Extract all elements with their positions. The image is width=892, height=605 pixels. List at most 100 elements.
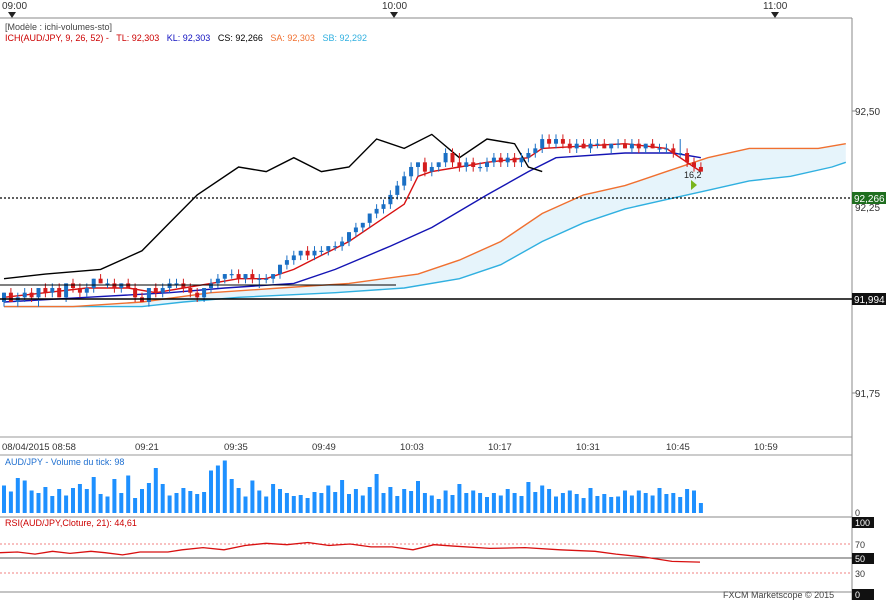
volume-bar <box>257 490 262 513</box>
volume-axis-label: 0 <box>855 508 860 518</box>
volume-bar <box>140 489 144 513</box>
ichimoku-chart: 09:00 10:00 11:00 [Modèle : ichi-volumes… <box>0 0 892 600</box>
candle-body <box>381 204 386 209</box>
candle-body <box>505 157 510 163</box>
volume-bar <box>402 489 407 513</box>
candle-body <box>312 250 317 256</box>
volume-bar <box>374 474 379 513</box>
volume-bar <box>657 488 662 513</box>
volume-bar <box>602 494 607 513</box>
volume-bar <box>560 493 565 513</box>
candle-body <box>540 139 545 149</box>
candle-body <box>422 162 427 172</box>
candle-body <box>471 162 476 167</box>
candle-body <box>326 246 331 251</box>
rsi-tick: 30 <box>855 569 865 579</box>
footer-credit: FXCM Marketscope © 2015 <box>723 590 834 600</box>
current-price-label: 92,266 <box>854 194 885 205</box>
candle-body <box>664 148 669 150</box>
candle-body <box>119 283 124 289</box>
legend-ichimoku: ICH(AUD/JPY, 9, 26, 52) - <box>5 33 109 43</box>
volume-bar <box>181 488 186 513</box>
top-axis-label: 09:00 <box>2 1 27 12</box>
candle-body <box>146 288 151 302</box>
volume-bar <box>422 493 427 513</box>
volume-bar <box>554 496 558 513</box>
volume-bar <box>105 496 110 513</box>
volume-bar <box>471 490 476 513</box>
volume-bar <box>284 493 289 513</box>
volume-bar <box>298 495 303 513</box>
volume-panel-title: AUD/JPY - Volume du tick: 98 <box>5 457 124 467</box>
candle-body <box>229 274 234 276</box>
volume-bar <box>43 487 48 513</box>
volume-bar <box>664 494 669 513</box>
volume-bar <box>464 493 469 513</box>
candle-body <box>257 278 262 280</box>
candle-body <box>8 292 13 302</box>
volume-bar <box>526 482 531 513</box>
candle-body <box>2 292 6 302</box>
volume-bar <box>250 480 255 513</box>
candle-body <box>657 148 662 150</box>
candle-body <box>319 250 324 252</box>
volume-bar <box>395 496 400 513</box>
rsi-tick: 50 <box>855 554 865 564</box>
volume-bar <box>319 493 324 513</box>
candle-body <box>305 250 310 256</box>
volume-bar <box>388 487 393 513</box>
candle-body <box>215 278 220 284</box>
candle-body <box>333 246 338 248</box>
volume-bar <box>671 493 676 513</box>
volume-bar <box>436 499 441 513</box>
volume-bar <box>133 498 138 513</box>
volume-bar <box>367 487 372 513</box>
volume-bar <box>126 475 131 513</box>
candle-body <box>457 162 462 167</box>
volume-bar <box>22 480 27 513</box>
volume-bar <box>416 481 420 513</box>
candle-body <box>271 274 276 279</box>
volume-bar <box>209 470 213 513</box>
candle-body <box>464 162 469 167</box>
price-tick: 92,50 <box>855 107 880 118</box>
volume-bar <box>202 492 207 513</box>
legend-senkou-b: SB: 92,292 <box>322 33 367 43</box>
volume-bar <box>174 493 179 513</box>
time-axis-label: 09:49 <box>312 442 336 453</box>
volume-bar <box>616 496 621 513</box>
volume-bar <box>567 490 572 513</box>
time-axis-label: 10:17 <box>488 442 512 453</box>
rsi-tick: 70 <box>855 540 865 550</box>
candle-body <box>98 278 103 284</box>
candle-body <box>671 148 676 154</box>
volume-bar <box>215 465 220 513</box>
volume-bar <box>119 493 124 513</box>
legend-senkou-a: SA: 92,303 <box>270 33 315 43</box>
volume-bar <box>98 494 103 513</box>
candle-body <box>188 288 193 293</box>
volume-bar <box>409 491 414 513</box>
volume-bar <box>278 489 282 513</box>
volume-bar <box>264 496 269 513</box>
volume-bar <box>581 498 586 513</box>
volume-bar <box>333 492 338 513</box>
candle-body <box>291 255 296 261</box>
volume-bar <box>623 490 627 513</box>
volume-bar <box>326 485 331 513</box>
volume-bar <box>353 489 358 513</box>
candle-body <box>560 139 565 144</box>
candle-body <box>43 288 48 293</box>
legend-tenkan: TL: 92,303 <box>116 33 159 43</box>
candle-body <box>409 166 414 177</box>
candle-body <box>71 283 75 289</box>
volume-bar <box>29 490 34 513</box>
candle-body <box>629 143 634 149</box>
candle-body <box>574 143 579 149</box>
volume-bar <box>381 493 386 513</box>
candle-body <box>374 208 379 214</box>
volume-bar <box>36 493 41 513</box>
volume-bar <box>167 495 172 513</box>
time-axis-label: 09:35 <box>224 442 248 453</box>
volume-bar <box>457 484 462 513</box>
